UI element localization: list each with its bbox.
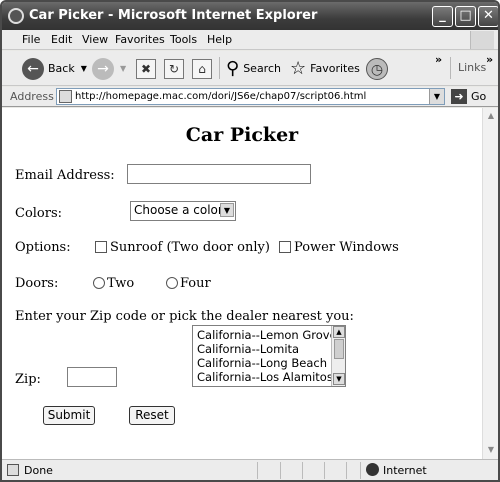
listbox-scrollbar[interactable]: ▲ ▼ (331, 326, 345, 386)
page-content: Car Picker Email Address: Colors: Choose… (2, 108, 482, 459)
dealer-listbox[interactable]: California--Lemon Grove California--Lomi… (192, 325, 346, 387)
address-input[interactable]: http://homepage.mac.com/dori/JS6e/chap07… (56, 88, 445, 105)
page-done-icon (7, 464, 19, 476)
address-label: Address (10, 90, 54, 103)
reset-button[interactable]: Reset (129, 406, 175, 425)
chevron-up-icon[interactable]: ▲ (333, 326, 345, 338)
menu-edit[interactable]: Edit (51, 33, 72, 46)
back-dropdown-icon[interactable]: ▼ (81, 64, 87, 73)
refresh-button[interactable]: ↻ (164, 55, 184, 82)
chevron-up-icon[interactable]: ▲ (484, 109, 498, 123)
menu-view[interactable]: View (82, 33, 108, 46)
zip-label: Zip: (15, 372, 41, 387)
stop-icon: ✖ (136, 58, 156, 79)
door-four-label: Four (180, 276, 211, 291)
links-label[interactable]: Links (458, 61, 486, 74)
power-windows-checkbox[interactable] (279, 241, 291, 253)
status-divider (257, 462, 258, 479)
back-button[interactable]: ← Back ▼ (22, 55, 87, 82)
colors-label: Colors: (15, 206, 63, 221)
zip-field[interactable] (67, 367, 117, 387)
menu-file[interactable]: File (22, 33, 40, 46)
menu-bar: File Edit View Favorites Tools Help (2, 30, 498, 50)
forward-button[interactable]: → ▼ (92, 55, 126, 82)
chevron-down-icon[interactable]: ▼ (484, 443, 498, 457)
toolbar-separator (219, 57, 220, 79)
forward-dropdown-icon[interactable]: ▼ (120, 64, 126, 73)
submit-button[interactable]: Submit (43, 406, 95, 425)
forward-arrow-icon: → (92, 57, 114, 80)
doors-label: Doors: (15, 276, 59, 291)
close-button[interactable]: ✕ (478, 6, 498, 27)
links-overflow-icon[interactable]: » (486, 53, 493, 66)
windows-flag-icon (470, 31, 494, 49)
dealer-option[interactable]: California--Long Beach (197, 356, 327, 370)
maximize-button[interactable]: □ (455, 6, 476, 27)
search-button[interactable]: ⚲ Search (226, 55, 281, 82)
status-divider (280, 462, 281, 479)
dealer-option[interactable]: California--Los Alamitos (197, 370, 333, 384)
browser-window: Car Picker - Microsoft Internet Explorer… (0, 0, 500, 482)
window-title: Car Picker - Microsoft Internet Explorer (29, 8, 318, 23)
door-four-radio[interactable] (166, 277, 178, 289)
media-button[interactable]: ◷ (366, 55, 388, 82)
menu-help[interactable]: Help (207, 33, 232, 46)
status-bar: Done Internet (2, 459, 498, 480)
go-button[interactable]: ➜ Go (451, 89, 486, 104)
menu-favorites[interactable]: Favorites (115, 33, 165, 46)
back-label: Back (48, 62, 75, 75)
stop-button[interactable]: ✖ (136, 55, 156, 82)
address-dropdown-icon[interactable]: ▼ (429, 89, 444, 104)
address-bar: Address http://homepage.mac.com/dori/JS6… (2, 87, 498, 107)
status-divider (346, 462, 347, 479)
email-label: Email Address: (15, 168, 115, 183)
page-scrollbar[interactable]: ▲ ▼ (482, 108, 498, 459)
chevron-down-icon[interactable]: ▼ (333, 373, 345, 385)
zip-prompt: Enter your Zip code or pick the dealer n… (15, 309, 354, 324)
go-arrow-icon: ➜ (451, 89, 467, 104)
listbox-scroll-thumb[interactable] (334, 339, 344, 359)
ie-icon (8, 8, 24, 24)
title-bar: Car Picker - Microsoft Internet Explorer… (2, 2, 498, 30)
toolbar-overflow-icon[interactable]: » (435, 53, 442, 66)
favorites-label: Favorites (310, 62, 360, 75)
chevron-down-icon: ▼ (220, 203, 234, 217)
email-field[interactable] (127, 164, 311, 184)
sunroof-label: Sunroof (Two door only) (110, 240, 270, 255)
status-divider (324, 462, 325, 479)
door-two-radio[interactable] (93, 277, 105, 289)
status-text: Done (24, 464, 53, 477)
search-label: Search (243, 62, 281, 75)
page-heading: Car Picker (185, 124, 299, 146)
page-icon (59, 90, 72, 103)
toolbar: ← Back ▼ → ▼ ✖ ↻ ⌂ ⚲ Search ☆ Favorites … (2, 51, 498, 86)
power-windows-label: Power Windows (294, 240, 399, 255)
menu-tools[interactable]: Tools (170, 33, 197, 46)
dealer-option[interactable]: California--Lomita (197, 342, 299, 356)
home-icon: ⌂ (192, 58, 212, 79)
status-divider (302, 462, 303, 479)
security-zone: Internet (383, 464, 427, 477)
favorites-button[interactable]: ☆ Favorites (290, 55, 360, 82)
refresh-icon: ↻ (164, 58, 184, 79)
media-icon: ◷ (366, 57, 388, 80)
door-two-label: Two (107, 276, 135, 291)
search-icon: ⚲ (226, 58, 240, 79)
address-url: http://homepage.mac.com/dori/JS6e/chap07… (75, 91, 367, 102)
home-button[interactable]: ⌂ (192, 55, 212, 82)
status-divider (360, 462, 361, 479)
globe-icon (366, 463, 379, 476)
sunroof-checkbox[interactable] (95, 241, 107, 253)
toolbar-separator (450, 57, 451, 79)
go-label: Go (471, 90, 487, 103)
back-arrow-icon: ← (22, 57, 44, 80)
color-select-value: Choose a color (134, 203, 223, 217)
dealer-option[interactable]: California--Lemon Grove (197, 328, 337, 342)
color-select[interactable]: Choose a color ▼ (130, 201, 236, 221)
minimize-button[interactable]: _ (432, 6, 453, 27)
star-icon: ☆ (290, 58, 307, 79)
options-label: Options: (15, 240, 71, 255)
